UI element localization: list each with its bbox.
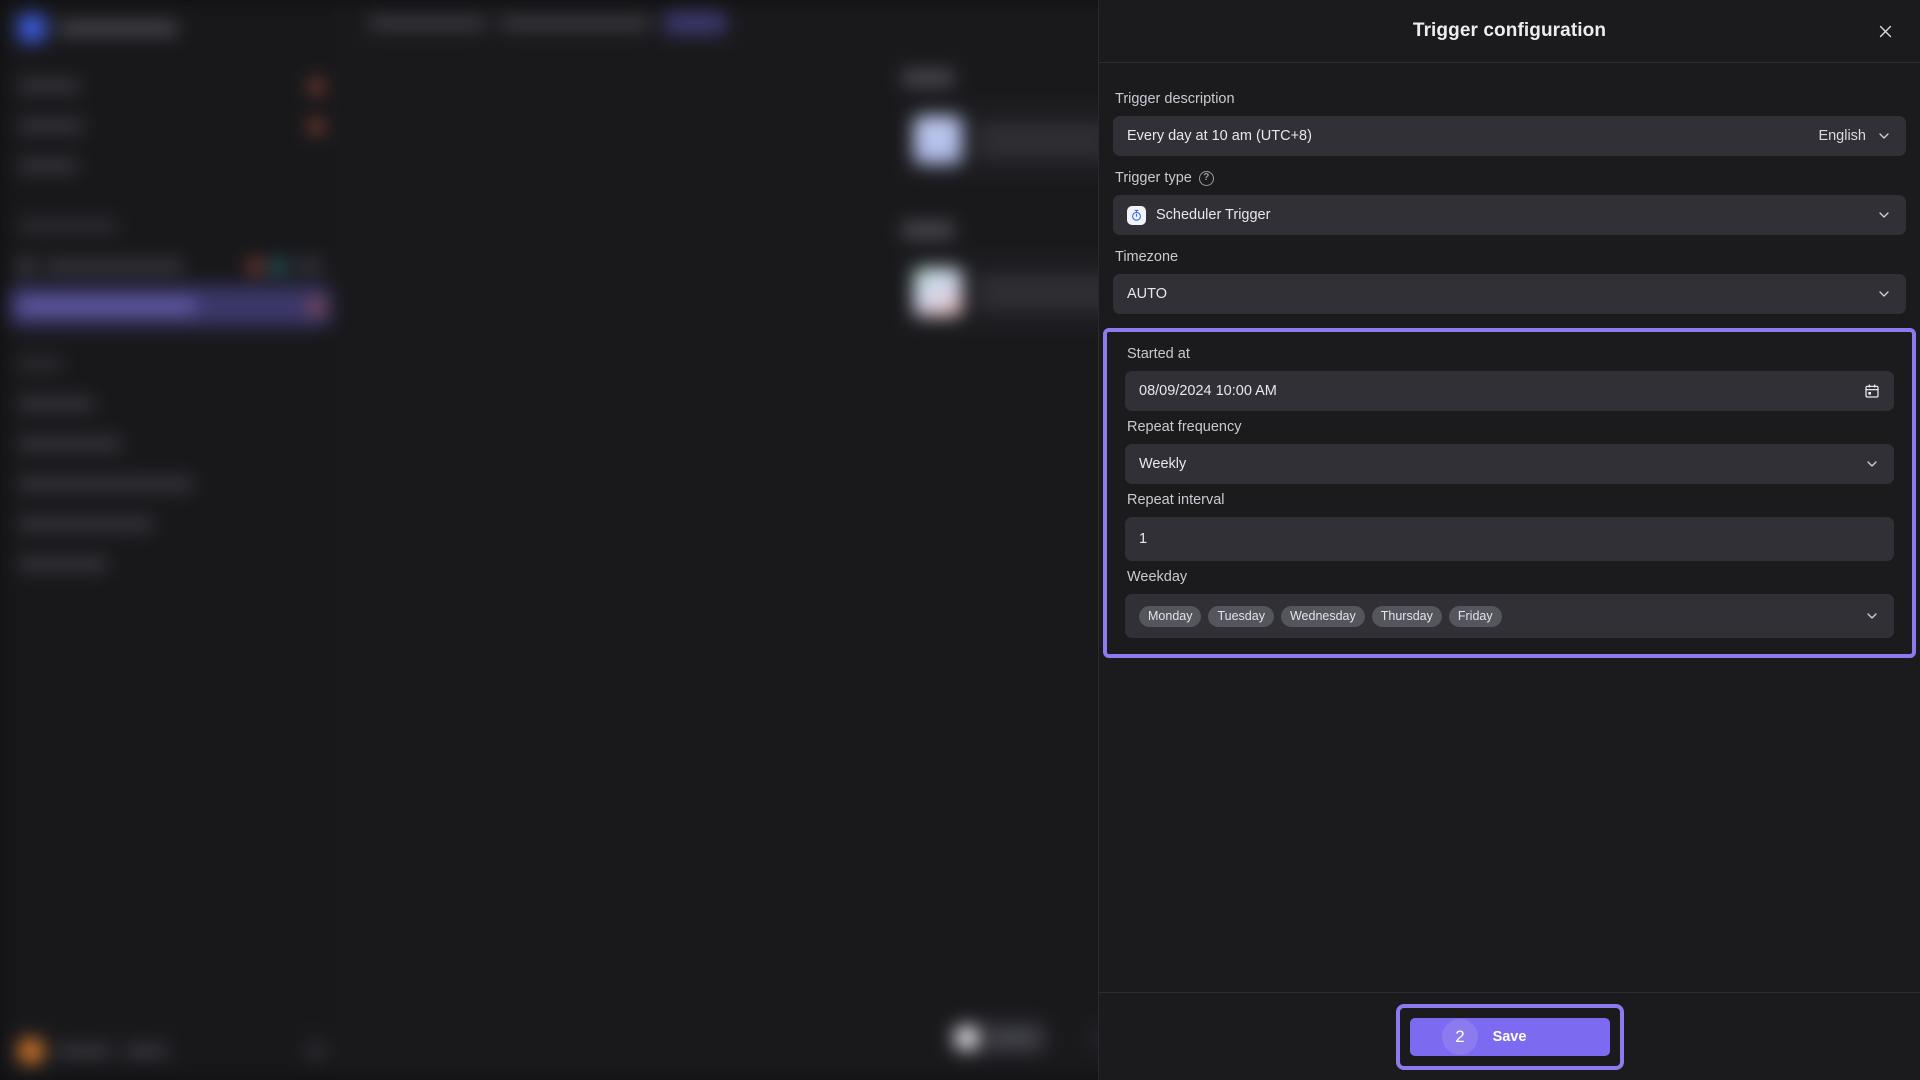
section-title-sites [902,70,954,86]
timezone-value: AUTO [1127,286,1168,302]
label-timezone: Timezone [1115,249,1179,265]
chevron-down-icon[interactable] [1864,456,1880,472]
help-circle-icon[interactable]: ? [1198,170,1214,186]
trigger-configuration-panel: Trigger configuration Trigger descriptio… [1098,0,1920,1080]
app-name [58,21,178,35]
field-repeat-interval: Repeat interval 1 [1117,492,1902,561]
sidebar-item[interactable] [0,384,341,424]
weekday-chip[interactable]: Monday [1139,605,1202,627]
sidebar-item[interactable] [0,544,341,584]
app-window: Trigger configuration Trigger descriptio… [0,0,1920,1080]
sidebar [0,0,342,1080]
label-repeat-interval: Repeat interval [1127,492,1225,508]
calendar-icon[interactable] [1864,383,1880,399]
field-timezone: Timezone AUTO [1099,249,1920,314]
started-at-value: 08/09/2024 10:00 AM [1139,383,1277,399]
weekday-chip[interactable]: Thursday [1371,605,1442,627]
field-trigger-type: Trigger type ? Scheduler Trigger [1099,170,1920,235]
repeat-interval-value: 1 [1139,531,1148,547]
panel-body: Trigger description Every day at 10 am (… [1099,63,1920,992]
trigger-type-select[interactable]: Scheduler Trigger [1113,195,1906,235]
sidebar-item[interactable] [0,66,341,106]
avatar [18,1037,44,1064]
sidebar-account[interactable] [0,1020,342,1080]
brand [0,0,341,52]
sidebar-group-label [0,344,341,384]
field-trigger-description: Trigger description Every day at 10 am (… [1099,91,1920,156]
repeat-interval-input[interactable]: 1 [1125,517,1894,561]
weekday-chip[interactable]: Friday [1448,605,1502,627]
label-trigger-type-text: Trigger type [1115,170,1192,186]
sidebar-item[interactable] [0,106,341,146]
weekday-chip-list: Monday Tuesday Wednesday Thursday Friday [1139,605,1854,627]
app-logo [18,14,46,42]
sidebar-item-selected[interactable] [10,286,331,326]
stopwatch-icon [1127,205,1146,225]
highlight-box-save: Save [1395,1003,1624,1070]
mode-toggle[interactable] [945,1019,1051,1057]
chevron-down-icon[interactable] [1876,128,1892,144]
field-weekday: Weekday Monday Tuesday Wednesday Thursday Fr… [1117,569,1902,638]
sidebar-item[interactable] [0,504,341,544]
close-icon[interactable] [1872,18,1898,44]
panel-header: Trigger configuration [1099,0,1920,63]
sidebar-group-label [0,206,341,246]
annotation-badge-2: 2 [1442,1018,1478,1055]
chevron-down-icon[interactable] [1876,286,1892,302]
sidebar-item[interactable] [0,424,341,464]
item-thumbnail [914,268,962,316]
trigger-description-value: Every day at 10 am (UTC+8) [1127,128,1312,144]
timezone-select[interactable]: AUTO [1113,274,1906,314]
label-repeat-frequency: Repeat frequency [1127,419,1242,435]
item-thumbnail [914,116,962,164]
trigger-type-value: Scheduler Trigger [1156,207,1271,223]
started-at-input[interactable]: 08/09/2024 10:00 AM [1125,371,1894,411]
page-title: Trigger configuration [1412,20,1607,41]
language-value: English [1818,128,1866,144]
label-trigger-description: Trigger description [1115,91,1235,107]
trigger-description-input[interactable]: Every day at 10 am (UTC+8) English [1113,116,1906,156]
panel-footer: 2 Save [1099,992,1920,1080]
sidebar-item[interactable] [0,146,341,186]
label-started-at: Started at [1127,346,1190,362]
save-button[interactable]: Save [1409,1017,1610,1056]
repeat-frequency-value: Weekly [1139,456,1187,472]
highlight-box-schedule: 1 Started at 08/09/2024 10:00 AM [1103,328,1916,658]
weekday-chip[interactable]: Wednesday [1280,605,1365,627]
weekday-chip[interactable]: Tuesday [1208,605,1274,627]
field-started-at: Started at 08/09/2024 10:00 AM [1117,346,1902,411]
label-weekday: Weekday [1127,569,1188,585]
section-title-files [902,222,954,238]
sidebar-item[interactable] [0,464,341,504]
breadcrumb-chip[interactable] [664,12,726,33]
field-repeat-frequency: Repeat frequency Weekly [1117,419,1902,484]
sidebar-item[interactable] [0,246,341,286]
weekday-multiselect[interactable]: Monday Tuesday Wednesday Thursday Friday [1125,594,1894,638]
repeat-frequency-select[interactable]: Weekly [1125,444,1894,484]
chevron-down-icon[interactable] [1864,608,1880,624]
chevron-down-icon[interactable] [1876,207,1892,223]
label-trigger-type: Trigger type ? [1113,170,1906,195]
